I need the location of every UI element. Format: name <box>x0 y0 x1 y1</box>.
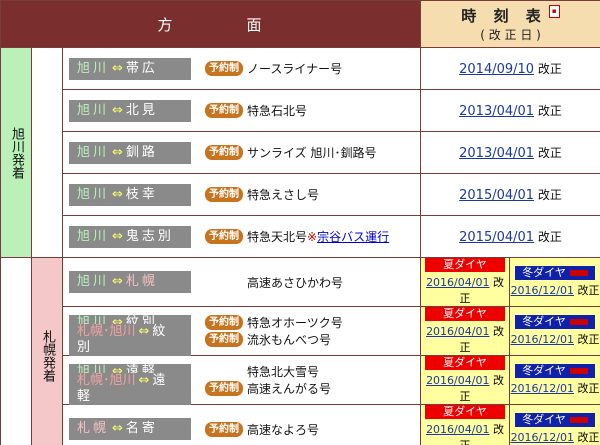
timetable-subtitle: ( 改 正 日 ) <box>480 28 541 42</box>
route-badge[interactable]: 旭川 ⇔ 釧路 <box>69 141 191 164</box>
reservation-badge: 予約制 <box>205 145 243 160</box>
reservation-badge: 予約制 <box>205 381 243 396</box>
revision-date-cell: 2015/04/01 改正 <box>420 173 600 216</box>
summer-date-link[interactable]: 2016/04/01 <box>426 325 489 338</box>
route-row: 札幌 ⇔ 名寄 予約制 高速なよろ号 <box>61 404 422 445</box>
reservation-badge: 予約制 <box>205 187 243 202</box>
reservation-badge: 予約制 <box>205 61 243 76</box>
train-name: 特急天北号 <box>247 230 308 244</box>
pdf-icon[interactable]: ▪ <box>548 5 560 18</box>
winter-schedule: 冬ダイヤ 2016/12/01 改正 <box>509 257 600 307</box>
train-name: 高速えんがる号 <box>247 382 332 396</box>
revision-date-cell: 2015/04/01 改正 <box>420 215 600 258</box>
timetable-title: 時 刻 表 <box>461 7 547 25</box>
revision-date-cell: 2013/04/01 改正 <box>420 89 600 132</box>
route-row: 旭川⇔札幌 予約制 高速あさひかわ号 <box>61 257 422 307</box>
route-badge[interactable]: 旭川 ⇔ 帯広 <box>69 57 191 80</box>
winter-date-link[interactable]: 2016/12/01 <box>511 333 574 346</box>
winter-label: 冬ダイヤ <box>515 315 596 329</box>
route-badge[interactable]: 旭川 ⇔ 鬼志別 <box>69 225 191 248</box>
section-sapporo: 札幌発着 <box>31 257 63 445</box>
winter-date-link[interactable]: 2016/12/01 <box>511 431 574 444</box>
summer-date-link[interactable]: 2016/04/01 <box>426 276 489 289</box>
reservation-badge: 予約制 <box>205 421 243 437</box>
summer-schedule: 夏ダイヤ2016/04/01 改正 <box>420 257 511 307</box>
revision-date-link[interactable]: 2015/04/01 <box>459 188 534 203</box>
route-row: 旭川 ⇔ 北見 予約制 特急石北号 <box>61 89 422 132</box>
direction-label-b: 面 <box>246 15 264 34</box>
route-row: 旭川⇔遠軽 予約制 特急北大雪号 札幌･旭川⇔遠軽 予約制 高速えんがる号 <box>61 355 422 405</box>
route-row: 旭川 ⇔ 帯広 予約制 ノースライナー号 <box>61 47 422 90</box>
direction-label-a: 方 <box>157 15 175 34</box>
route-badge[interactable]: 札幌･旭川 ⇔ 遠軽 <box>69 372 191 405</box>
summer-date-link[interactable]: 2016/04/01 <box>426 374 489 387</box>
train-name: 特急オホーツク号 <box>247 316 343 330</box>
train-name: 特急北大雪号 <box>247 365 320 379</box>
timetable-page: 方面 時 刻 表 ▪ ( 改 正 日 ) 旭川発着 旭川 ⇔ 帯広 予約制 ノースライ… <box>0 0 600 445</box>
summer-schedule: 夏ダイヤ2016/04/01 改正 <box>420 306 511 356</box>
summer-schedule: 夏ダイヤ2016/04/01 改正 <box>420 404 511 445</box>
timetable-header: 時 刻 表 ▪ ( 改 正 日 ) <box>420 0 600 48</box>
route-row: 旭川 ⇔ 鬼志別 予約制 特急天北号 ※宗谷バス運行 <box>61 215 422 258</box>
route-badge[interactable]: 旭川 ⇔ 枝幸 <box>69 183 191 206</box>
winter-date-link[interactable]: 2016/12/01 <box>511 284 574 297</box>
train-name: 高速あさひかわ号 <box>247 275 344 290</box>
reservation-badge: 予約制 <box>205 332 243 347</box>
winter-label: 冬ダイヤ <box>515 413 596 427</box>
reservation-badge: 予約制 <box>205 229 243 244</box>
summer-schedule: 夏ダイヤ2016/04/01 改正 <box>420 355 511 405</box>
route-badge[interactable]: 旭川 ⇔ 札幌 <box>69 271 191 293</box>
summer-label: 夏ダイヤ <box>425 258 506 272</box>
route-badge[interactable]: 札幌 ⇔ 名寄 <box>69 418 191 440</box>
timetable-table: 方面 時 刻 表 ▪ ( 改 正 日 ) 旭川発着 旭川 ⇔ 帯広 予約制 ノースライ… <box>0 0 600 445</box>
operator-link[interactable]: 宗谷バス運行 <box>317 230 389 244</box>
summer-label: 夏ダイヤ <box>425 405 506 419</box>
winter-schedule: 冬ダイヤ 2016/12/01 改正 <box>509 306 600 356</box>
train-name: 流氷もんべつ号 <box>247 333 332 347</box>
revision-date-link[interactable]: 2013/04/01 <box>459 146 534 161</box>
summer-date-link[interactable]: 2016/04/01 <box>426 423 489 436</box>
revision-date-cell: 2014/09/10 改正 <box>420 47 600 90</box>
winter-label: 冬ダイヤ <box>515 364 596 378</box>
train-name: 高速なよろ号 <box>247 422 320 437</box>
route-row: 旭川 ⇔ 釧路 予約制 サンライズ 旭川･釧路号 <box>61 131 422 174</box>
revision-date-link[interactable]: 2014/09/10 <box>459 62 534 77</box>
route-row: 旭川 ⇔ 枝幸 予約制 特急えさし号 <box>61 173 422 216</box>
summer-label: 夏ダイヤ <box>425 356 506 370</box>
route-row: 旭川 ⇔ 紋別 予約制 特急オホーツク号 札幌･旭川 ⇔ 紋別 予約制 流氷もんべつ号 <box>61 306 422 356</box>
direction-header: 方面 <box>0 0 422 48</box>
reservation-badge: 予約制 <box>205 103 243 118</box>
winter-label: 冬ダイヤ <box>515 266 596 280</box>
winter-schedule: 冬ダイヤ 2016/12/01 改正 <box>509 404 600 445</box>
operator-note: ※宗谷バス運行 <box>307 230 390 244</box>
train-name: 特急えさし号 <box>247 188 320 202</box>
train-name: ノースライナー号 <box>247 62 343 76</box>
route-badge[interactable]: 旭川 ⇔ 北見 <box>69 99 191 122</box>
revision-date-link[interactable]: 2015/04/01 <box>459 230 534 245</box>
winter-date-link[interactable]: 2016/12/01 <box>511 382 574 395</box>
section-asahikawa: 旭川発着 <box>0 47 32 258</box>
route-badge[interactable]: 札幌･旭川 ⇔ 紋別 <box>69 323 191 356</box>
summer-label: 夏ダイヤ <box>425 307 506 321</box>
spacer-cell <box>31 47 63 258</box>
train-name: サンライズ 旭川･釧路号 <box>247 146 377 160</box>
revision-date-link[interactable]: 2013/04/01 <box>459 104 534 119</box>
reservation-badge: 予約制 <box>205 315 243 330</box>
revision-date-cell: 2013/04/01 改正 <box>420 131 600 174</box>
winter-schedule: 冬ダイヤ 2016/12/01 改正 <box>509 355 600 405</box>
spacer-cell <box>0 257 32 445</box>
train-name: 特急石北号 <box>247 104 308 118</box>
